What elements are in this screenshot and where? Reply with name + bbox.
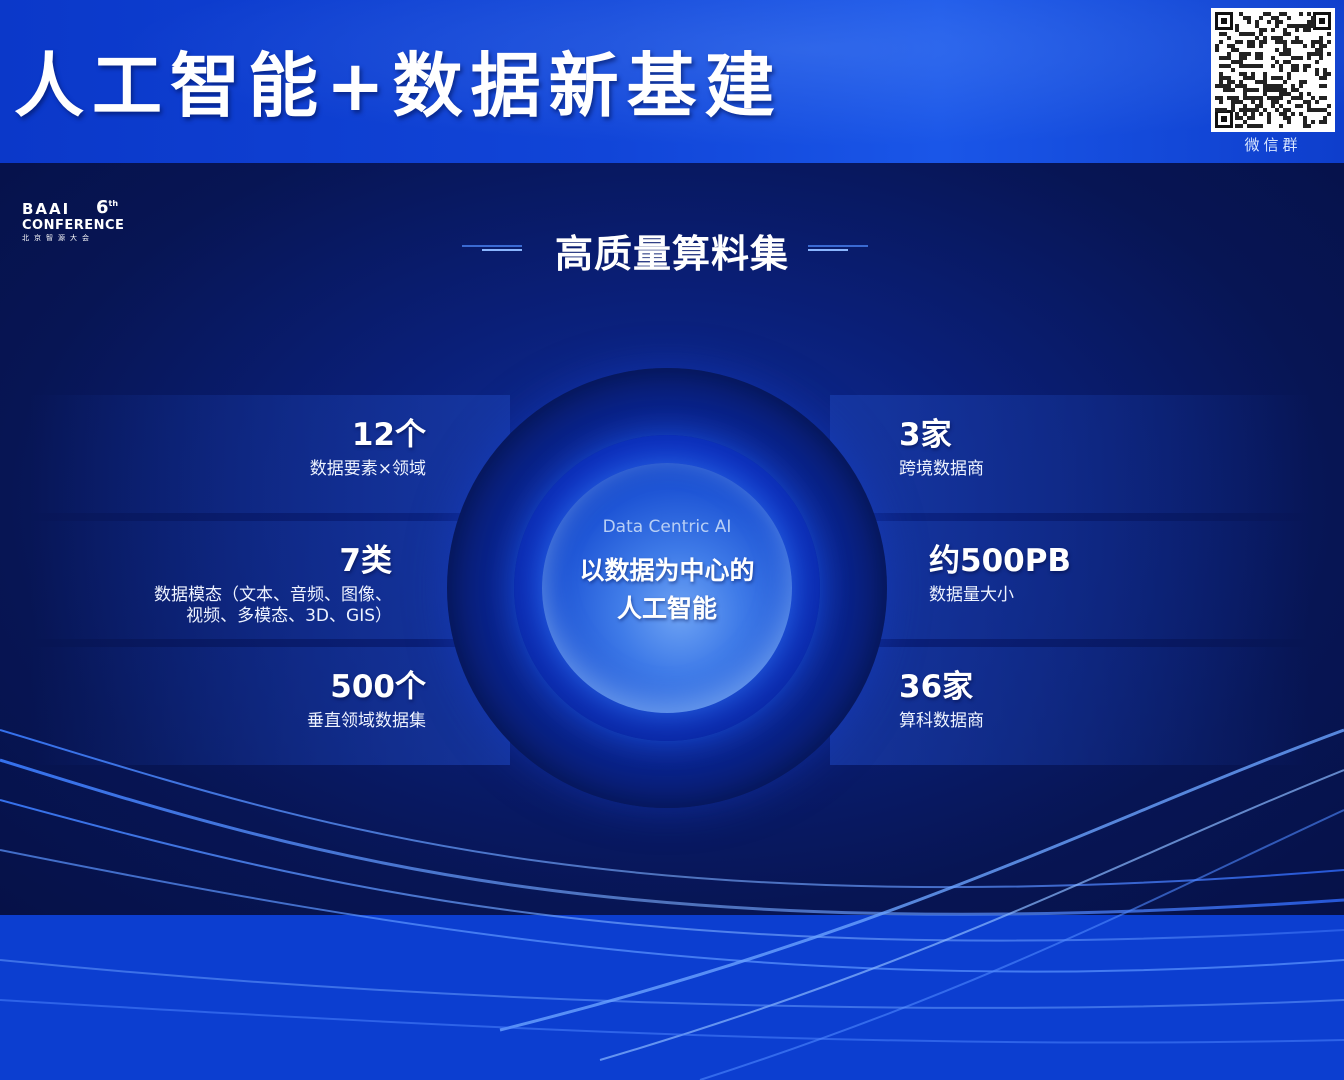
page: 人工智能+数据新基建 微信群 BAAI 6th CONFERENCE 北京智源大… [0, 0, 1344, 1080]
slide-panel: BAAI 6th CONFERENCE 北京智源大会 高质量算料集 Data C… [0, 163, 1344, 915]
center-line-1: 以数据为中心的 [579, 556, 755, 585]
stat-description-line-1: 数据模态（文本、音频、图像、 [154, 585, 392, 605]
stat-description: 算科数据商 [899, 711, 984, 731]
center-text: 以数据为中心的 人工智能 [542, 552, 792, 628]
page-title: 人工智能+数据新基建 [14, 45, 783, 127]
stat-description: 数据量大小 [929, 585, 1014, 605]
stat-modalities: 7类 数据模态（文本、音频、图像、 视频、多模态、3D、GIS） [154, 541, 392, 627]
logo-edition: 6th [96, 197, 119, 218]
title-decoration-right [808, 245, 868, 251]
center-line-2: 人工智能 [616, 594, 717, 623]
stat-number: 7类 [339, 543, 392, 579]
stat-data-elements: 12个 数据要素×领域 [310, 415, 426, 480]
stat-description: 数据要素×领域 [309, 459, 426, 479]
row-band [30, 647, 510, 765]
stat-description-line-2: 视频、多模态、3D、GIS） [186, 606, 392, 626]
qr-code-icon [1211, 8, 1335, 132]
stat-number: 12个 [351, 417, 426, 453]
stat-vertical-datasets: 500个 垂直领域数据集 [307, 667, 426, 732]
row-band [30, 395, 510, 513]
stat-description: 跨境数据商 [899, 459, 984, 479]
center-subtitle: Data Centric AI [602, 517, 732, 537]
stat-cross-border-vendors: 3家 跨境数据商 [899, 415, 984, 480]
stat-data-volume: 约500PB 数据量大小 [929, 541, 1071, 606]
section-title: 高质量算料集 [554, 232, 789, 276]
stat-data-vendors: 36家 算科数据商 [899, 667, 984, 732]
qr-caption: 微信群 [1244, 136, 1302, 154]
stat-number: 3家 [899, 417, 952, 453]
stat-number: 约500PB [929, 543, 1072, 579]
stat-description: 垂直领域数据集 [307, 711, 426, 731]
stat-number: 500个 [330, 669, 426, 705]
header-banner: 人工智能+数据新基建 [0, 0, 1344, 163]
stat-number: 36家 [899, 669, 974, 705]
stat-description: 数据模态（文本、音频、图像、 视频、多模态、3D、GIS） [154, 585, 392, 627]
